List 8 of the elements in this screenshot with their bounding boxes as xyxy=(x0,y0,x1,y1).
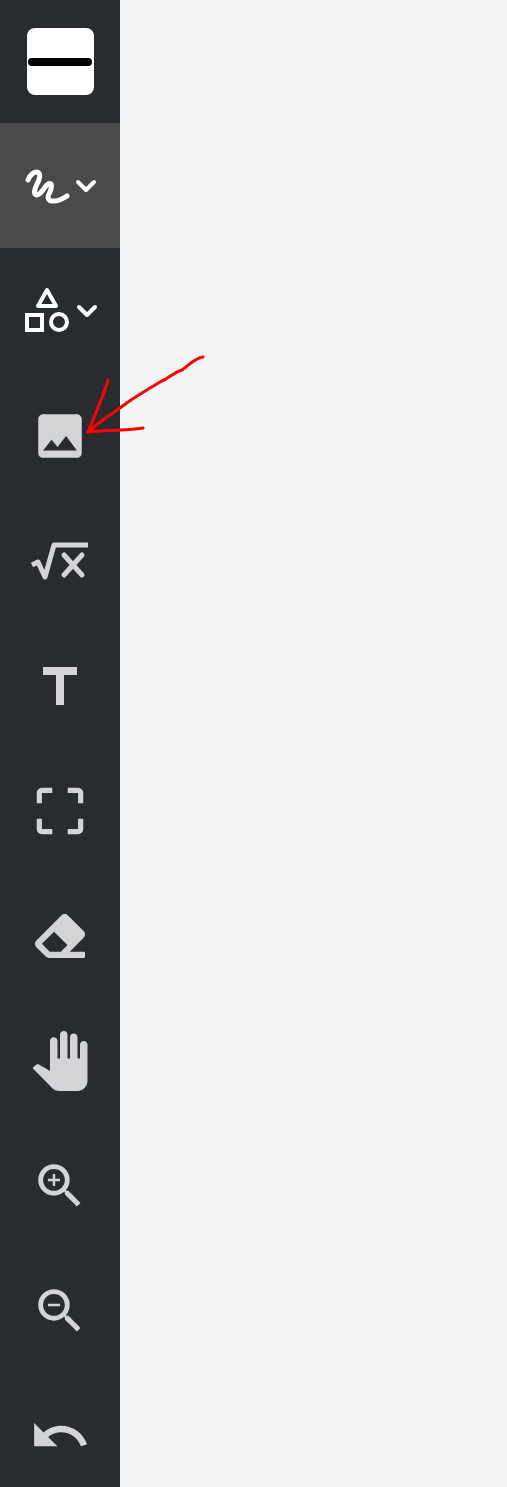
hand-icon xyxy=(30,1030,90,1091)
menu-button[interactable] xyxy=(26,28,94,95)
text-icon xyxy=(43,666,77,705)
chevron-down-icon xyxy=(76,303,98,318)
square-root-icon xyxy=(30,540,90,581)
minus-icon xyxy=(28,57,92,66)
tool-button[interactable] xyxy=(0,123,120,248)
chevron-down-icon xyxy=(75,178,97,193)
